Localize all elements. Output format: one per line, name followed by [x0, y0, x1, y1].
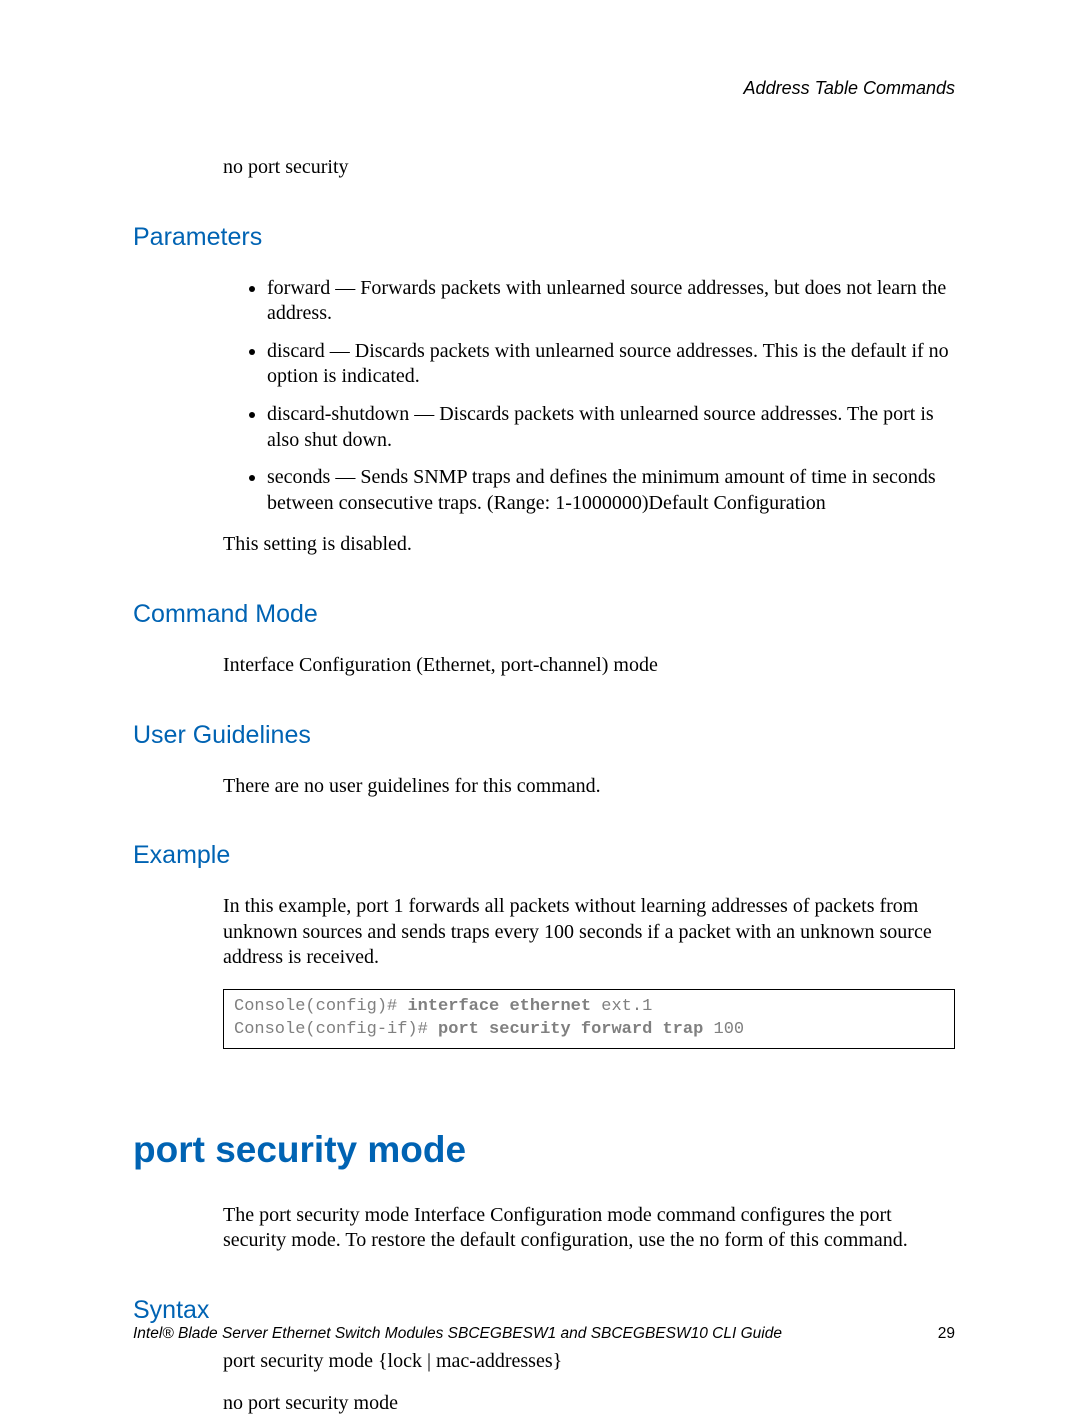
- code-line: Console(config-if)# port security forwar…: [234, 1019, 944, 1042]
- port-security-mode-body: The port security mode Interface Configu…: [223, 1203, 955, 1254]
- heading-user-guidelines: User Guidelines: [133, 721, 955, 750]
- heading-command-mode: Command Mode: [133, 600, 955, 629]
- heading-parameters: Parameters: [133, 223, 955, 252]
- user-guidelines-body: There are no user guidelines for this co…: [223, 774, 955, 800]
- list-item: forward — Forwards packets with unlearne…: [267, 276, 955, 327]
- heading-example: Example: [133, 841, 955, 870]
- list-item: seconds — Sends SNMP traps and defines t…: [267, 465, 955, 516]
- parameters-after: This setting is disabled.: [223, 532, 955, 558]
- code-line: Console(config)# interface ethernet ext.…: [234, 996, 944, 1019]
- list-item: discard — Discards packets with unlearne…: [267, 339, 955, 390]
- command-mode-body: Interface Configuration (Ethernet, port-…: [223, 653, 955, 679]
- example-code: Console(config)# interface ethernet ext.…: [223, 989, 955, 1049]
- page-footer: Intel® Blade Server Ethernet Switch Modu…: [133, 1325, 955, 1343]
- heading-syntax: Syntax: [133, 1296, 955, 1325]
- heading-port-security-mode: port security mode: [133, 1129, 955, 1171]
- running-header: Address Table Commands: [133, 78, 955, 99]
- example-body: In this example, port 1 forwards all pac…: [223, 894, 955, 971]
- syntax-line2: no port security mode: [223, 1391, 955, 1416]
- list-item: discard-shutdown — Discards packets with…: [267, 402, 955, 453]
- footer-text: Intel® Blade Server Ethernet Switch Modu…: [133, 1325, 782, 1342]
- parameters-list: forward — Forwards packets with unlearne…: [243, 276, 955, 517]
- syntax-line1: port security mode {lock | mac-addresses…: [223, 1349, 955, 1375]
- page-number: 29: [938, 1325, 955, 1343]
- intro-no-port-security: no port security: [223, 155, 955, 181]
